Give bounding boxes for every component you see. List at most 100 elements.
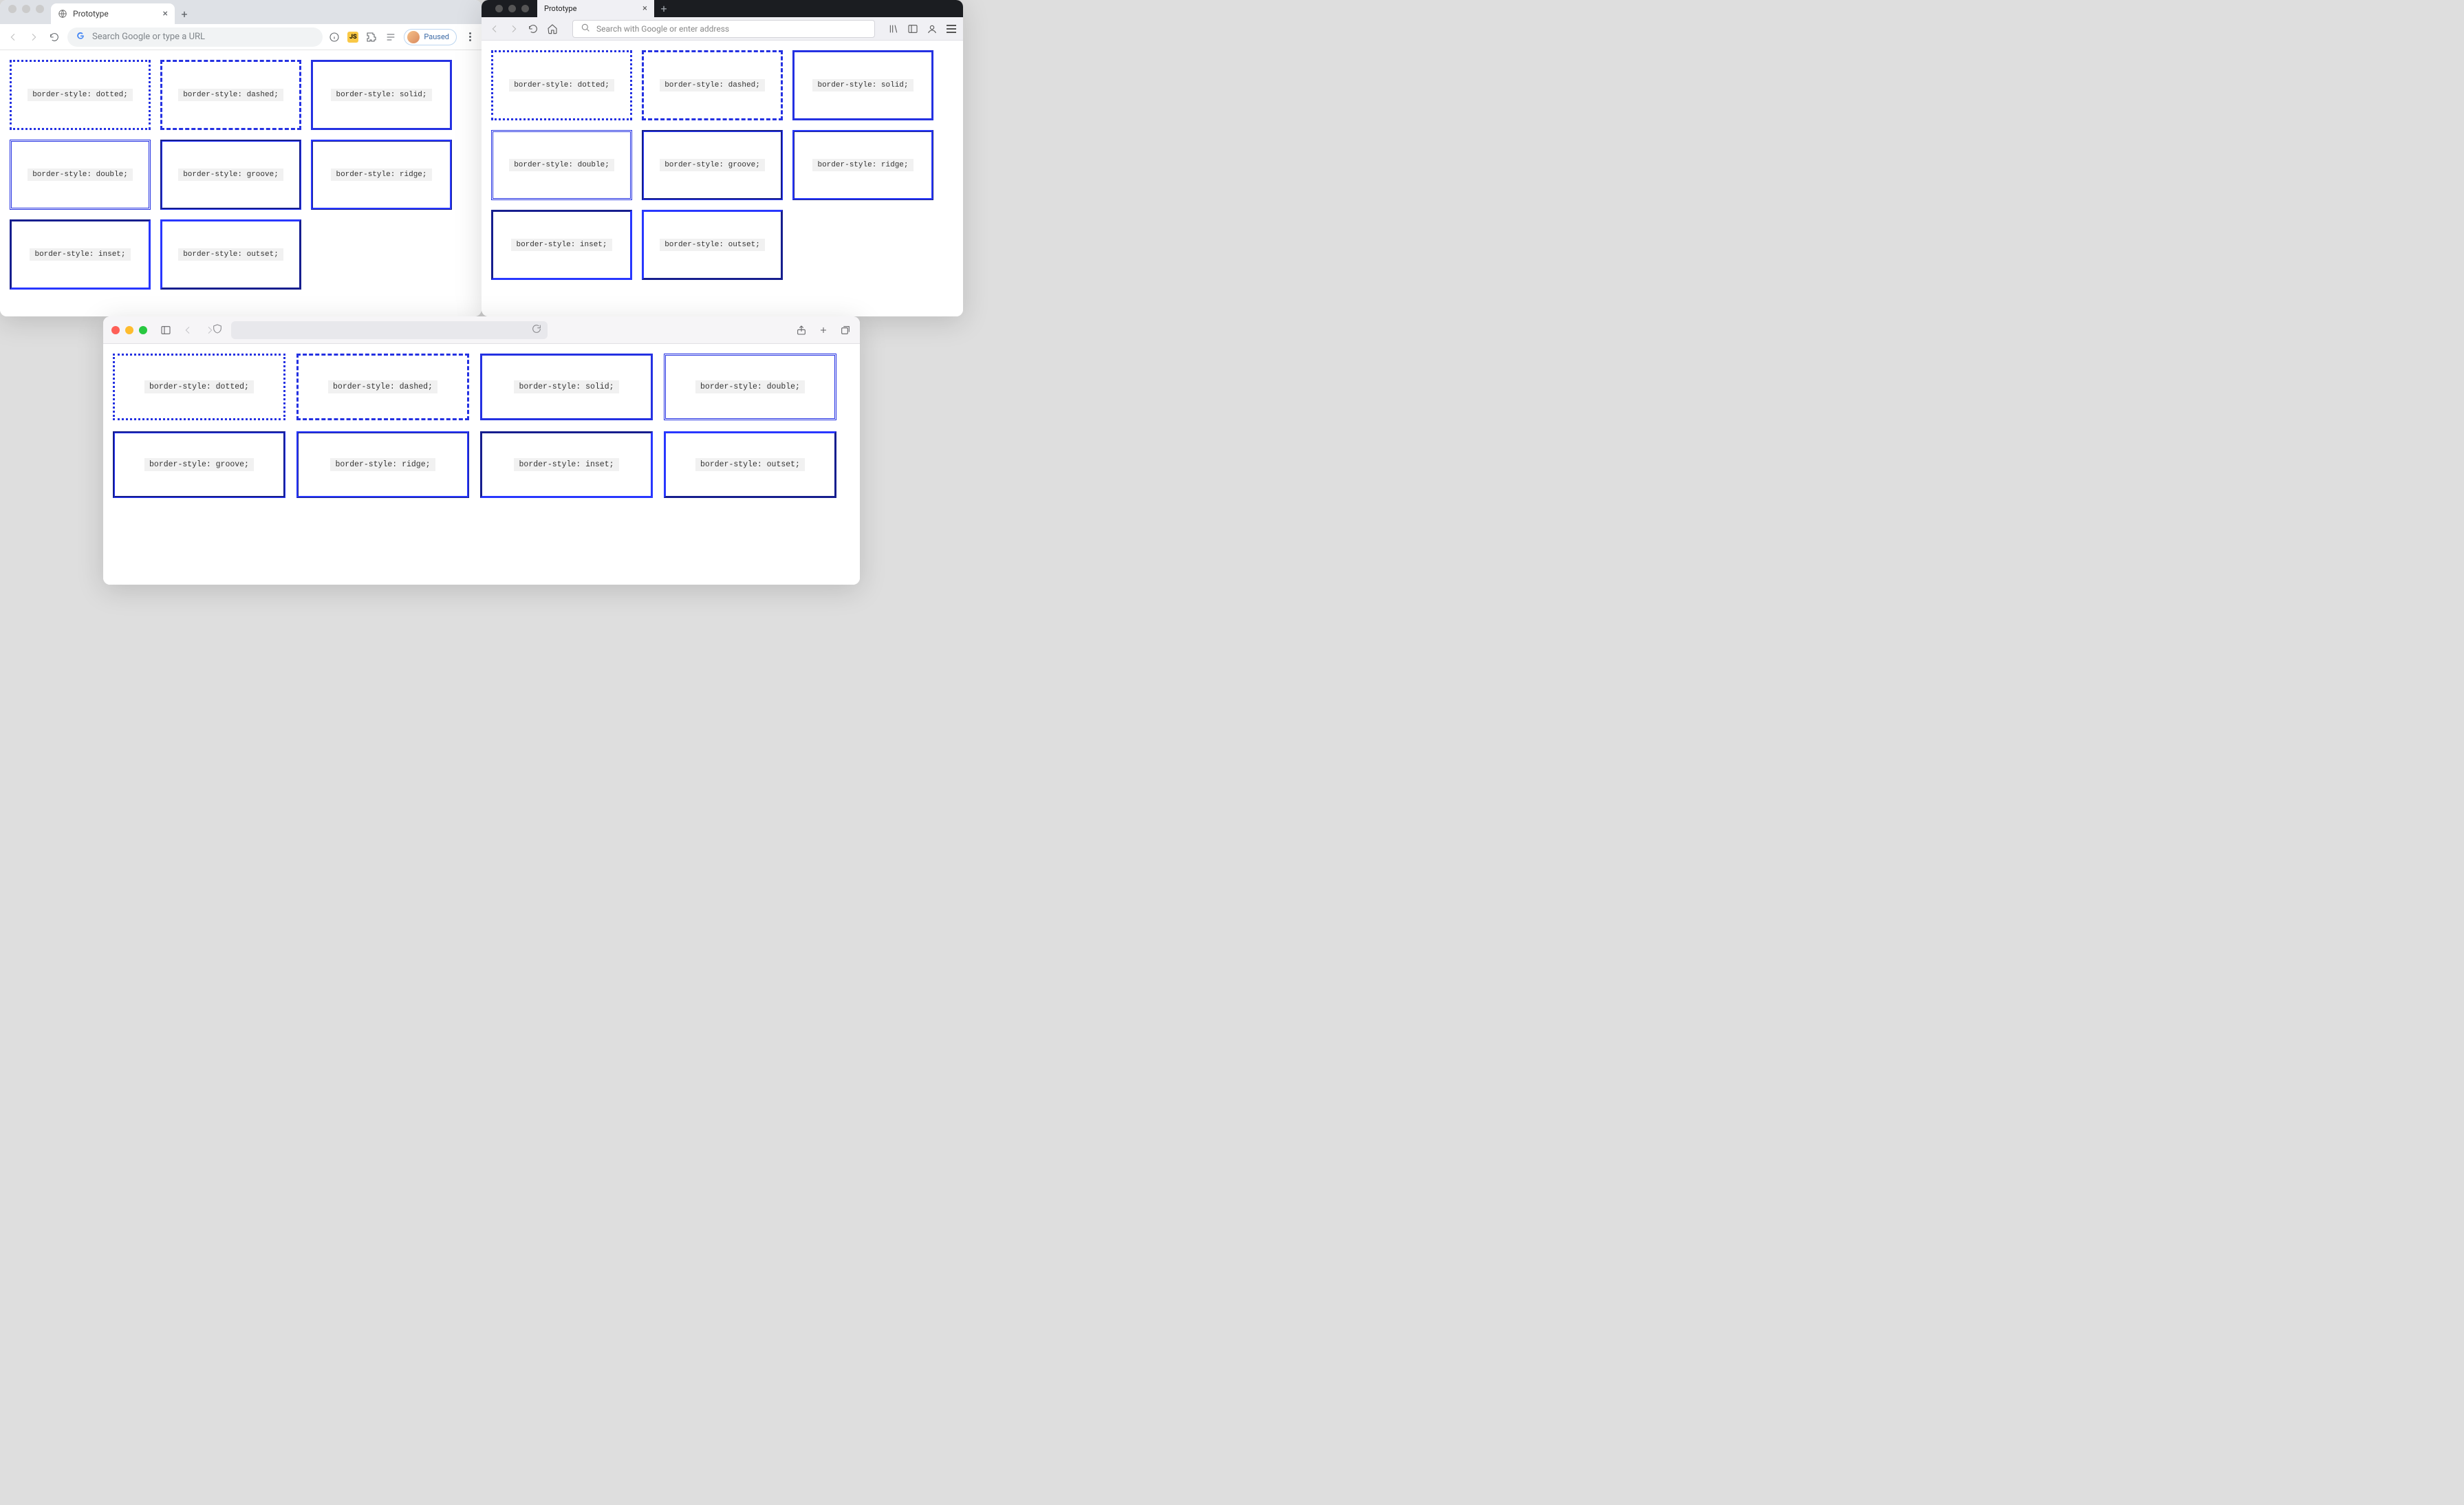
address-bar[interactable]: Search with Google or enter address	[572, 20, 875, 38]
shield-icon[interactable]	[212, 323, 223, 337]
firefox-tabstrip: Prototype × +	[482, 0, 963, 17]
border-style-label: border-style: inset;	[514, 458, 618, 471]
border-demo-grid: border-style: dotted; border-style: dashe…	[113, 354, 850, 498]
traffic-light-close[interactable]	[8, 5, 17, 13]
reload-button[interactable]	[47, 30, 62, 45]
border-demo-ridge: border-style: ridge;	[311, 140, 452, 210]
new-tab-icon[interactable]	[817, 324, 830, 336]
google-g-icon	[76, 31, 85, 43]
window-controls	[6, 0, 51, 24]
globe-icon	[58, 9, 67, 19]
border-style-label: border-style: groove;	[144, 458, 254, 471]
firefox-viewport: border-style: dotted;border-style: dashe…	[482, 41, 963, 316]
chrome-toolbar-right: JS Paused	[328, 29, 476, 45]
border-demo-ridge: border-style: ridge;	[296, 431, 469, 498]
new-tab-button[interactable]: +	[654, 0, 673, 17]
border-demo-ridge: border-style: ridge;	[792, 130, 933, 200]
share-icon[interactable]	[795, 324, 808, 336]
border-style-label: border-style: inset;	[30, 248, 130, 261]
traffic-light-zoom[interactable]	[521, 5, 529, 12]
border-demo-inset: border-style: inset;	[480, 431, 653, 498]
border-style-label: border-style: ridge;	[812, 159, 913, 171]
border-style-label: border-style: solid;	[812, 79, 913, 91]
safari-toolbar	[103, 316, 860, 344]
border-style-label: border-style: double;	[509, 159, 614, 171]
traffic-light-zoom[interactable]	[139, 326, 147, 334]
border-demo-outset: border-style: outset;	[160, 219, 301, 290]
firefox-toolbar: Search with Google or enter address	[482, 17, 963, 41]
tabs-icon[interactable]	[839, 324, 852, 336]
border-style-label: border-style: dotted;	[144, 380, 254, 393]
border-demo-dashed: border-style: dashed;	[160, 60, 301, 130]
border-demo-inset: border-style: inset;	[491, 210, 632, 280]
menu-button[interactable]	[945, 23, 958, 35]
address-bar[interactable]	[231, 321, 548, 339]
tab-title: Prototype	[544, 4, 576, 13]
border-demo-grid: border-style: dotted; border-style: dashe…	[10, 60, 472, 290]
chrome-window: Prototype × + Search Google or type a UR…	[0, 0, 482, 316]
traffic-light-minimize[interactable]	[508, 5, 516, 12]
menu-button[interactable]	[464, 32, 476, 41]
library-icon[interactable]	[887, 23, 900, 35]
border-style-label: border-style: groove;	[178, 169, 283, 181]
reading-list-icon[interactable]	[385, 31, 397, 43]
info-icon[interactable]	[328, 31, 341, 43]
border-demo-dashed: border-style: dashed;	[296, 354, 469, 420]
traffic-light-minimize[interactable]	[125, 326, 133, 334]
border-demo-dotted: border-style: dotted;	[10, 60, 151, 130]
border-demo-groove: border-style: groove;	[160, 140, 301, 210]
border-style-label: border-style: double;	[28, 169, 133, 181]
border-style-label: border-style: ridge;	[331, 169, 431, 181]
traffic-light-zoom[interactable]	[36, 5, 44, 13]
safari-toolbar-right	[795, 324, 852, 336]
tab-title: Prototype	[73, 9, 109, 19]
border-demo-solid: border-style: solid;	[311, 60, 452, 130]
extensions-icon[interactable]	[365, 31, 378, 43]
extension-js-icon[interactable]: JS	[347, 32, 358, 43]
back-button[interactable]	[180, 323, 195, 338]
border-style-label: border-style: dashed;	[328, 380, 437, 393]
border-demo-dashed: border-style: dashed;	[642, 50, 783, 120]
chrome-tabstrip: Prototype × +	[0, 0, 482, 24]
browser-tab[interactable]: Prototype ×	[51, 3, 175, 24]
traffic-light-minimize[interactable]	[22, 5, 30, 13]
border-demo-dotted: border-style: dotted;	[491, 50, 632, 120]
sidebar-icon[interactable]	[158, 323, 173, 338]
border-demo-groove: border-style: groove;	[113, 431, 285, 498]
border-demo-double: border-style: double;	[10, 140, 151, 210]
border-demo-dotted: border-style: dotted;	[113, 354, 285, 420]
reload-button[interactable]	[526, 21, 541, 36]
border-style-label: border-style: outset;	[660, 239, 765, 251]
border-style-label: border-style: double;	[695, 380, 805, 393]
safari-window: border-style: dotted; border-style: dashe…	[103, 316, 860, 585]
border-demo-grid: border-style: dotted;border-style: dashe…	[491, 50, 953, 280]
border-demo-outset: border-style: outset;	[642, 210, 783, 280]
address-bar-placeholder: Search Google or type a URL	[92, 32, 205, 42]
address-bar[interactable]: Search Google or type a URL	[67, 28, 323, 47]
border-style-label: border-style: outset;	[178, 248, 283, 261]
close-icon[interactable]: ×	[642, 3, 647, 14]
avatar-icon	[407, 31, 420, 43]
border-style-label: border-style: dashed;	[178, 89, 283, 101]
profile-label: Paused	[424, 32, 449, 41]
forward-button[interactable]	[26, 30, 41, 45]
traffic-light-close[interactable]	[495, 5, 503, 12]
new-tab-button[interactable]: +	[175, 3, 194, 24]
close-icon[interactable]: ×	[163, 8, 168, 19]
border-demo-double: border-style: double;	[491, 130, 632, 200]
firefox-window: Prototype × + Search with Google or ente…	[482, 0, 963, 316]
reload-icon[interactable]	[531, 323, 542, 337]
border-style-label: border-style: ridge;	[330, 458, 435, 471]
home-button[interactable]	[545, 21, 560, 36]
profile-chip[interactable]: Paused	[404, 29, 457, 45]
back-button[interactable]	[487, 21, 502, 36]
browser-tab[interactable]: Prototype ×	[537, 0, 654, 17]
forward-button[interactable]	[506, 21, 521, 36]
traffic-light-close[interactable]	[111, 326, 120, 334]
border-style-label: border-style: groove;	[660, 159, 765, 171]
border-style-label: border-style: outset;	[695, 458, 805, 471]
address-bar-placeholder: Search with Google or enter address	[596, 24, 729, 34]
account-icon[interactable]	[926, 23, 938, 35]
sidebar-icon[interactable]	[907, 23, 919, 35]
back-button[interactable]	[6, 30, 21, 45]
